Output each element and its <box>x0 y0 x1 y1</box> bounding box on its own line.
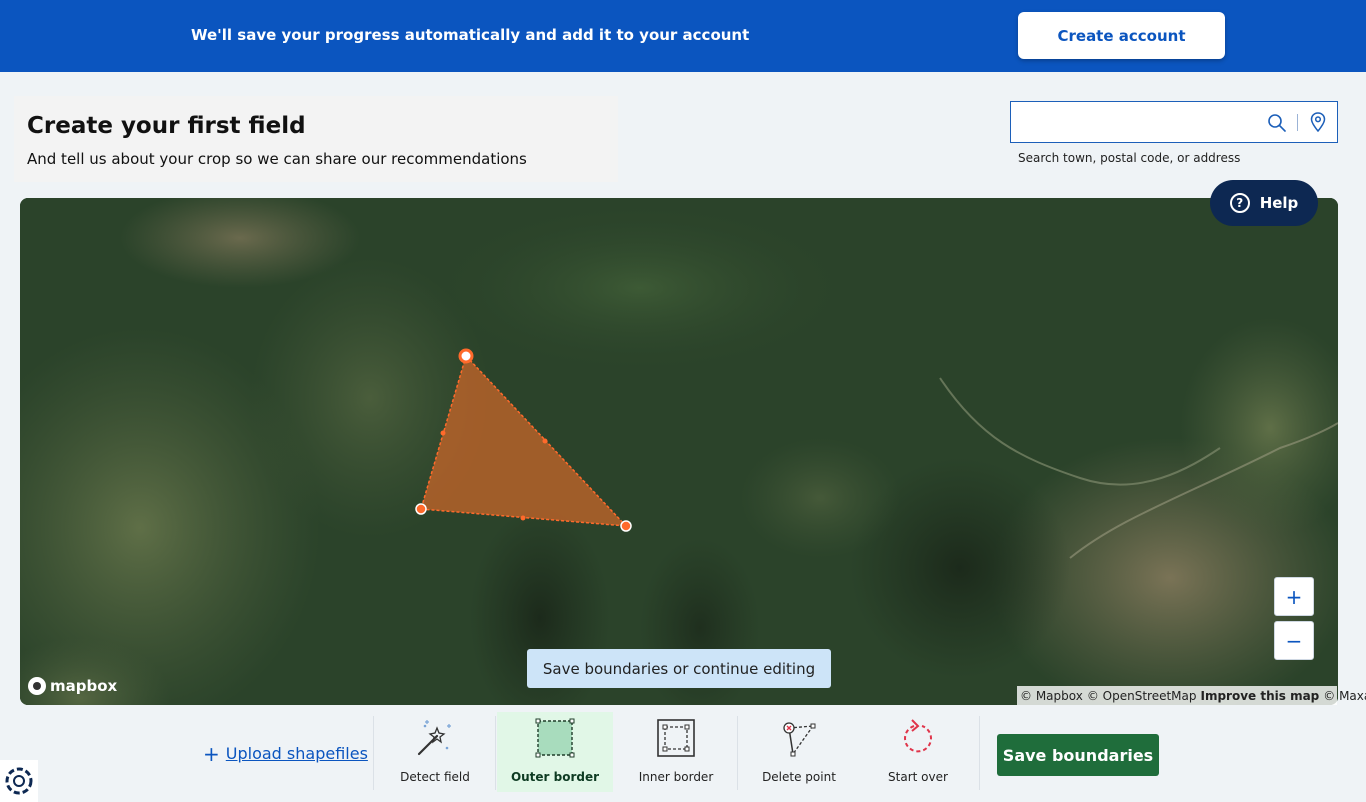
zoom-out-button[interactable]: − <box>1274 621 1314 660</box>
search-divider <box>1297 114 1298 131</box>
inner-border-icon <box>657 719 695 757</box>
upload-shapefiles-link[interactable]: + Upload shapefiles <box>203 741 368 766</box>
tool-detect-field[interactable]: Detect field <box>375 712 495 792</box>
field-boundary[interactable] <box>20 198 1338 705</box>
tool-start-over[interactable]: Start over <box>858 712 978 792</box>
plus-icon: + <box>203 741 220 766</box>
tool-delete-point[interactable]: Delete point <box>739 712 859 792</box>
map-attribution: © Mapbox © OpenStreetMap Improve this ma… <box>1017 686 1366 705</box>
page-title: Create your first field <box>27 113 306 139</box>
magic-wand-icon <box>417 720 451 756</box>
mapbox-logo-icon <box>28 677 46 695</box>
outer-border-icon <box>535 718 575 758</box>
attribution-osm-link[interactable]: © OpenStreetMap <box>1087 689 1197 703</box>
toolbar-divider <box>373 716 374 790</box>
create-account-button[interactable]: Create account <box>1018 12 1225 59</box>
tool-detect-field-label: Detect field <box>400 770 470 784</box>
brand-logo-icon <box>5 767 33 795</box>
banner-message: We'll save your progress automatically a… <box>191 26 750 44</box>
attribution-mapbox-link[interactable]: © Mapbox <box>1020 689 1083 703</box>
title-panel <box>14 96 618 182</box>
search-icon[interactable] <box>1267 113 1287 133</box>
toolbar-divider <box>495 716 496 790</box>
search-input[interactable] <box>1011 102 1261 142</box>
toolbar-divider <box>737 716 738 790</box>
delete-point-icon <box>783 722 816 757</box>
zoom-in-button[interactable]: + <box>1274 577 1314 616</box>
page-subtitle: And tell us about your crop so we can sh… <box>27 150 527 168</box>
mapbox-logo-text: mapbox <box>50 677 118 695</box>
tool-outer-border-label: Outer border <box>510 770 600 784</box>
help-button[interactable]: ? Help <box>1210 180 1318 226</box>
question-circle-icon: ? <box>1229 193 1250 213</box>
tool-outer-border[interactable]: Outer border <box>497 712 613 792</box>
start-over-icon <box>904 719 932 753</box>
toolbar-divider <box>979 716 980 790</box>
save-or-continue-toast: Save boundaries or continue editing <box>527 649 831 688</box>
tool-inner-border-label: Inner border <box>638 770 714 784</box>
tool-start-over-label: Start over <box>888 770 948 784</box>
mapbox-logo[interactable]: mapbox <box>28 677 117 695</box>
save-boundaries-button[interactable]: Save boundaries <box>997 734 1159 776</box>
help-label: Help <box>1259 194 1299 212</box>
search-box <box>1010 101 1338 143</box>
search-hint: Search town, postal code, or address <box>1018 151 1241 165</box>
map-pin-icon[interactable] <box>1310 112 1326 132</box>
tool-delete-point-label: Delete point <box>762 770 836 784</box>
satellite-map[interactable] <box>20 198 1338 705</box>
upload-shapefiles-label: Upload shapefiles <box>225 744 368 763</box>
brand-badge[interactable] <box>0 760 38 802</box>
tool-inner-border[interactable]: Inner border <box>616 712 736 792</box>
attribution-maxar-link[interactable]: © Maxar <box>1323 689 1366 703</box>
account-banner: We'll save your progress automatically a… <box>0 0 1366 72</box>
improve-map-link[interactable]: Improve this map <box>1201 689 1320 703</box>
